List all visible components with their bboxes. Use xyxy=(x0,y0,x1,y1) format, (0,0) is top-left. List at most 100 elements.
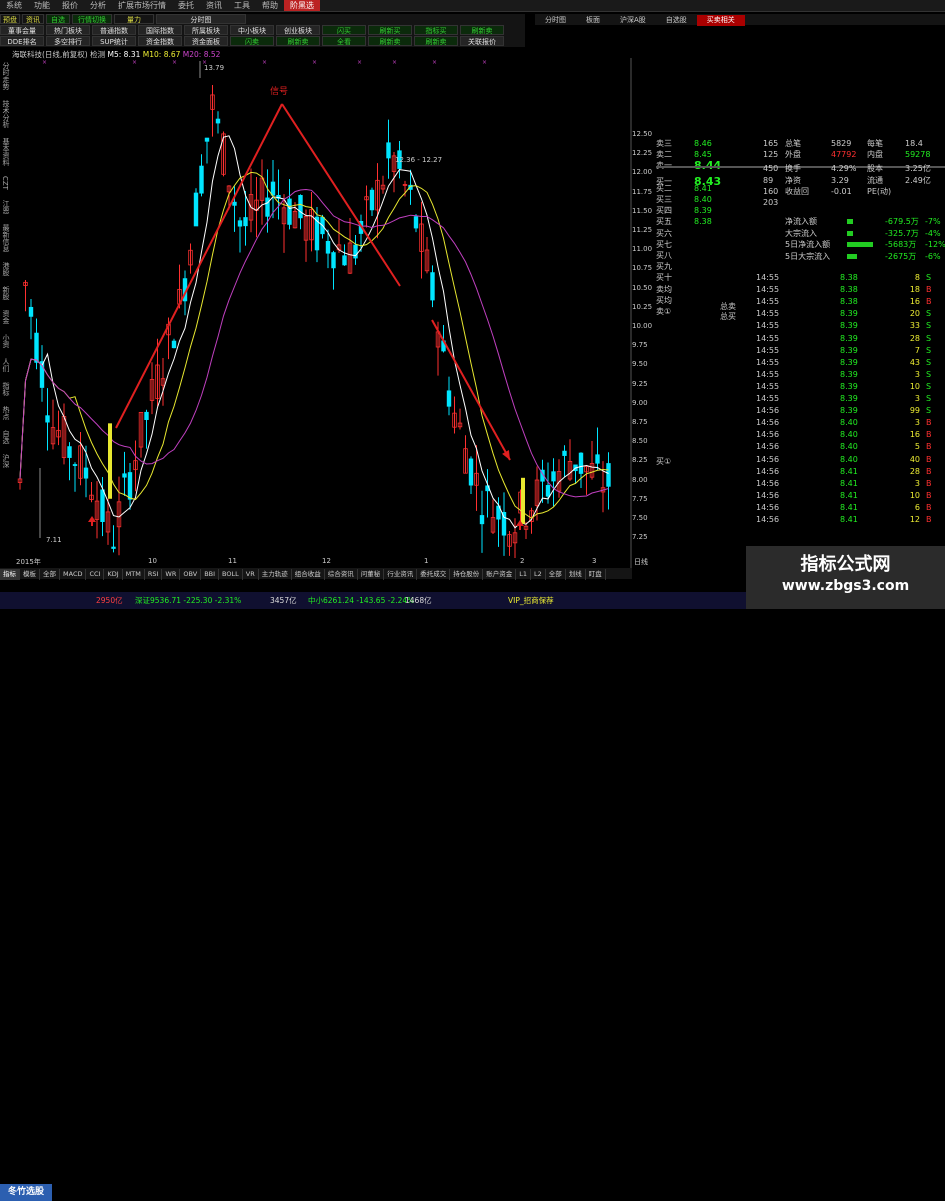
toolbar-button[interactable]: 董事会量 xyxy=(0,25,44,35)
toolbar-button[interactable]: 刷新卖 xyxy=(368,36,412,46)
toolbar-button[interactable]: 刷新买 xyxy=(368,25,412,35)
toolbar-button[interactable]: 刷新卖 xyxy=(414,36,458,46)
indicator-tab[interactable]: OBV xyxy=(180,569,202,580)
side-tab[interactable]: 技术分析 xyxy=(1,100,11,128)
toolbar-button[interactable]: 分时图 xyxy=(156,14,246,24)
candle-body xyxy=(243,217,248,227)
toolbar-button[interactable]: 闪买 xyxy=(322,25,366,35)
toolbar-button[interactable]: 中小板块 xyxy=(230,25,274,35)
date-tick: 2015年 xyxy=(16,558,41,566)
candle-body xyxy=(83,467,89,479)
toolbar-button[interactable]: 量力 xyxy=(114,14,154,24)
toolbar-button[interactable]: 刷新卖 xyxy=(276,36,320,46)
toolbar-button[interactable]: 闪卖 xyxy=(230,36,274,46)
indicator-tab[interactable]: CCI xyxy=(86,569,105,580)
indicator-tab[interactable]: 综合资讯 xyxy=(325,569,358,580)
indicator-tab[interactable]: 全部 xyxy=(546,569,566,580)
side-tab[interactable]: 最新信息 xyxy=(1,224,11,252)
candle-body xyxy=(325,240,331,254)
menu-item[interactable]: 扩展市场行情 xyxy=(112,0,172,11)
indicator-tab[interactable]: 主力轨迹 xyxy=(259,569,292,580)
toolbar-button[interactable]: 指标买 xyxy=(414,25,458,35)
side-tab[interactable]: 自选 xyxy=(1,430,11,444)
side-tab[interactable]: 分时走势 xyxy=(1,62,11,90)
indicator-tab[interactable]: 问董秘 xyxy=(358,569,385,580)
toolbar-button[interactable]: SUP统计 xyxy=(92,36,136,46)
indicator-tab[interactable]: 指标 xyxy=(0,569,20,580)
toolbar-button[interactable]: 国际指数 xyxy=(138,25,182,35)
orderbook-row: 买四 8.39 xyxy=(656,205,712,216)
right-toolbar-item[interactable]: 沪深A股 xyxy=(610,15,656,26)
indicator-tab[interactable]: 模板 xyxy=(20,569,40,580)
range-label: 12.36 - 12.27 xyxy=(395,156,442,164)
indicator-tab[interactable]: L1 xyxy=(516,569,531,580)
stat-value-2: 59278 xyxy=(905,150,931,160)
indicator-tab[interactable]: 划线 xyxy=(566,569,586,580)
indicator-tab[interactable]: MACD xyxy=(60,569,87,580)
menu-item[interactable]: 功能 xyxy=(28,0,56,11)
indicator-tab[interactable]: MTM xyxy=(123,569,145,580)
toolbar-button[interactable]: 资讯 xyxy=(22,14,44,24)
side-tab[interactable]: 沪深 xyxy=(1,454,11,468)
menu-item[interactable]: 工具 xyxy=(228,0,256,11)
trend-line xyxy=(431,319,511,461)
side-tab[interactable]: 江恩 xyxy=(1,200,11,214)
toolbar-button[interactable]: 刷新卖 xyxy=(460,25,504,35)
right-toolbar-item[interactable]: 分时图 xyxy=(535,15,576,26)
toolbar-button[interactable]: 所属板块 xyxy=(184,25,228,35)
menu-item[interactable]: 报价 xyxy=(56,0,84,11)
toolbar-button[interactable]: 自选 xyxy=(46,14,70,24)
menu-item[interactable]: 系统 xyxy=(0,0,28,11)
toolbar-button[interactable]: 创业板块 xyxy=(276,25,320,35)
orderbook-row: 卖三 8.46 xyxy=(656,138,712,149)
flow-bar xyxy=(847,230,853,236)
indicator-tab[interactable]: WR xyxy=(162,569,181,580)
side-tab[interactable]: 指标 xyxy=(1,382,11,396)
indicator-tab[interactable]: 委托成交 xyxy=(417,569,451,580)
side-tab[interactable]: 资金 xyxy=(1,310,11,324)
toolbar-button[interactable]: DDE排名 xyxy=(0,36,44,46)
toolbar-button[interactable]: 预盘 xyxy=(0,14,20,24)
indicator-tab[interactable]: KDJ xyxy=(104,569,123,580)
indicator-tab[interactable]: 盯盘 xyxy=(586,569,606,580)
menu-item[interactable]: 资讯 xyxy=(200,0,228,11)
toolbar-button[interactable]: 多空排行 xyxy=(46,36,90,46)
menu-item[interactable]: 阶黑选 xyxy=(284,0,320,11)
toolbar-button[interactable]: 资金面板 xyxy=(184,36,228,46)
toolbar-button[interactable]: 行情切换 xyxy=(72,14,112,24)
side-tab[interactable]: 热点 xyxy=(1,406,11,420)
toolbar-button[interactable]: 普通指数 xyxy=(92,25,136,35)
stat-label-2: 内盘 xyxy=(867,150,883,160)
side-tab[interactable]: 基本资料 xyxy=(1,138,11,166)
indicator-tab[interactable]: 组合收益 xyxy=(292,569,325,580)
indicator-tab[interactable]: BOLL xyxy=(219,569,243,580)
menu-item[interactable]: 帮助 xyxy=(256,0,284,11)
side-tab[interactable]: 港股 xyxy=(1,262,11,276)
right-toolbar-item[interactable]: 买卖相关 xyxy=(696,15,745,26)
right-toolbar-item[interactable]: 板面 xyxy=(576,15,610,26)
indicator-tab[interactable]: 账户资金 xyxy=(483,569,517,580)
indicator-tab[interactable]: L2 xyxy=(531,569,546,580)
taskbar-start-button[interactable]: 冬竹选股 xyxy=(0,1184,52,1201)
indicator-tab[interactable]: 持仓股份 xyxy=(450,569,484,580)
candlestick-chart[interactable]: 信号13.7912.36 - 12.277.11× × × × × × × × × × xyxy=(12,58,632,558)
trade-time: 14:56 xyxy=(756,490,780,500)
toolbar-button[interactable]: 热门板块 xyxy=(46,25,90,35)
menu-item[interactable]: 分析 xyxy=(84,0,112,11)
side-tab[interactable]: CZT xyxy=(1,176,9,190)
toolbar-button[interactable]: 关联报价 xyxy=(460,36,504,46)
indicator-tab[interactable]: 全部 xyxy=(40,569,60,580)
status-shanghai-volume: 2950亿 xyxy=(96,596,123,605)
indicator-tab[interactable]: VR xyxy=(243,569,259,580)
side-tab[interactable]: 人们 xyxy=(1,358,11,372)
indicator-tab[interactable]: BBI xyxy=(201,569,220,580)
toolbar-button[interactable]: 资金指数 xyxy=(138,36,182,46)
indicator-tab[interactable]: RSI xyxy=(145,569,163,580)
toolbar-button[interactable]: 全看 xyxy=(322,36,366,46)
menu-item[interactable]: 委托 xyxy=(172,0,200,11)
right-toolbar-item[interactable]: 自选股 xyxy=(656,15,697,26)
indicator-tab[interactable]: 行业资讯 xyxy=(384,569,418,580)
trade-side: S xyxy=(926,406,932,416)
side-tab[interactable]: 新股 xyxy=(1,286,11,300)
side-tab[interactable]: 小资 xyxy=(1,334,11,348)
